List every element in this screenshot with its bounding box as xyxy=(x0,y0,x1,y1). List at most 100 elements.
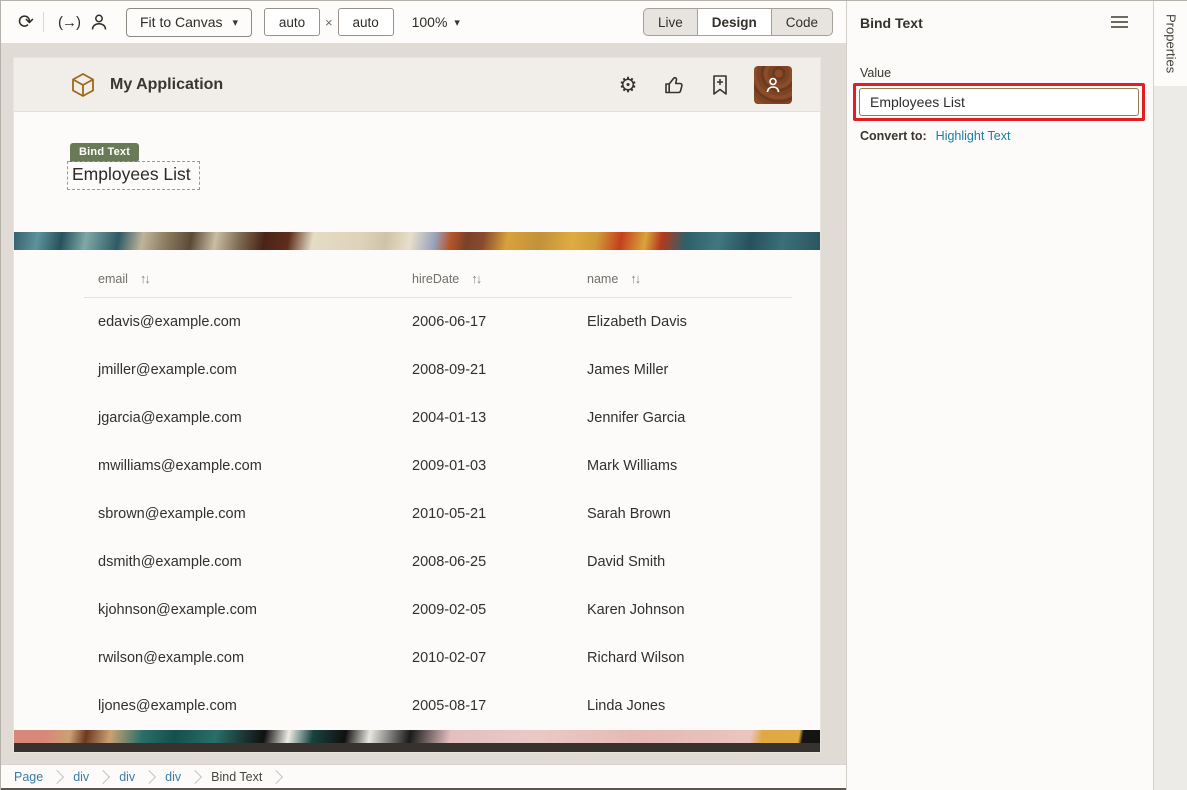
table-cell: 2010-02-07 xyxy=(412,650,587,666)
table-cell: 2010-05-21 xyxy=(412,506,587,522)
table-cell: rwilson@example.com xyxy=(98,650,412,666)
table-cell: 2008-06-25 xyxy=(412,554,587,570)
app-header-actions: ⚙ xyxy=(616,58,792,112)
table-cell: 2008-09-21 xyxy=(412,362,587,378)
design-canvas-area: My Application ⚙ xyxy=(1,43,846,764)
app-cube-icon xyxy=(70,72,96,98)
column-label: name xyxy=(587,272,618,286)
table-cell: ljones@example.com xyxy=(98,698,412,714)
sort-icon[interactable]: ↑↓ xyxy=(471,271,480,286)
breadcrumb-chevron-icon xyxy=(50,769,64,783)
mode-switcher: LiveDesignCode xyxy=(643,8,833,36)
breadcrumb-chevron-icon xyxy=(96,769,110,783)
table-cell: Richard Wilson xyxy=(587,650,792,666)
breadcrumb-chevron-icon xyxy=(188,769,202,783)
convert-to-label: Convert to: xyxy=(860,129,927,143)
gear-icon[interactable]: ⚙ xyxy=(616,73,640,97)
breadcrumb-item-div[interactable]: div xyxy=(165,770,181,784)
value-input[interactable] xyxy=(859,88,1139,116)
column-header-name[interactable]: name ↑↓ xyxy=(587,271,792,286)
breadcrumb-item-page[interactable]: Page xyxy=(14,770,43,784)
thumbs-up-icon[interactable] xyxy=(662,73,686,97)
column-header-hireDate[interactable]: hireDate ↑↓ xyxy=(412,271,587,286)
table-cell: Mark Williams xyxy=(587,458,792,474)
fit-to-canvas-dropdown[interactable]: Fit to Canvas ▾ xyxy=(126,8,252,37)
table-cell: 2009-02-05 xyxy=(412,602,587,618)
page-heading: Employees List xyxy=(72,164,191,184)
tab-properties[interactable]: Properties xyxy=(1154,1,1187,86)
breadcrumb-item-div[interactable]: div xyxy=(73,770,89,784)
user-preview-icon[interactable] xyxy=(86,9,112,35)
chevron-down-icon: ▾ xyxy=(232,16,238,29)
table-body: edavis@example.com2006-06-17Elizabeth Da… xyxy=(84,298,792,730)
table-row[interactable]: dsmith@example.com2008-06-25David Smith xyxy=(84,538,792,586)
table-cell: Linda Jones xyxy=(587,698,792,714)
canvas-height-input[interactable] xyxy=(338,8,394,36)
table-row[interactable]: edavis@example.com2006-06-17Elizabeth Da… xyxy=(84,298,792,346)
breadcrumb: Page div div div Bind Text xyxy=(1,764,846,790)
page-preview-frame: My Application ⚙ xyxy=(13,57,821,753)
mode-button-code[interactable]: Code xyxy=(772,8,833,36)
table-cell: dsmith@example.com xyxy=(98,554,412,570)
table-cell: mwilliams@example.com xyxy=(98,458,412,474)
refresh-icon[interactable]: ⟳ xyxy=(13,9,39,35)
table-cell: James Miller xyxy=(587,362,792,378)
table-cell: kjohnson@example.com xyxy=(98,602,412,618)
mode-button-live[interactable]: Live xyxy=(643,8,698,36)
breadcrumb-chevron-icon xyxy=(142,769,156,783)
convert-highlight-text-link[interactable]: Highlight Text xyxy=(936,129,1011,143)
sort-icon[interactable]: ↑↓ xyxy=(630,271,639,286)
app-title: My Application xyxy=(110,76,223,94)
table-row[interactable]: rwilson@example.com2010-02-07Richard Wil… xyxy=(84,634,792,682)
breadcrumb-chevron-icon xyxy=(269,769,283,783)
table-cell: sbrown@example.com xyxy=(98,506,412,522)
table-cell: 2006-06-17 xyxy=(412,314,587,330)
table-cell: 2009-01-03 xyxy=(412,458,587,474)
fit-to-canvas-label: Fit to Canvas xyxy=(140,14,222,30)
table-cell: Elizabeth Davis xyxy=(587,314,792,330)
mode-button-design[interactable]: Design xyxy=(698,8,772,36)
table-row[interactable]: ljones@example.com2005-08-17Linda Jones xyxy=(84,682,792,730)
column-label: email xyxy=(98,272,128,286)
properties-panel-title: Bind Text xyxy=(860,15,923,31)
table-row[interactable]: mwilliams@example.com2009-01-03Mark Will… xyxy=(84,442,792,490)
table-header-row: email ↑↓ hireDate ↑↓ name ↑↓ xyxy=(84,260,792,298)
properties-panel: Bind Text Value Convert to: Highlight Te… xyxy=(846,1,1153,790)
table-cell: Karen Johnson xyxy=(587,602,792,618)
breadcrumb-item-div[interactable]: div xyxy=(119,770,135,784)
visual-builder-window: ⟳ (→) Fit to Canvas ▾ × 100% ▾ LiveDesig… xyxy=(0,0,1187,790)
table-cell: David Smith xyxy=(587,554,792,570)
employees-table: email ↑↓ hireDate ↑↓ name ↑↓ edavis@example.c… xyxy=(84,260,792,730)
table-row[interactable]: jmiller@example.com2008-09-21James Mille… xyxy=(84,346,792,394)
panel-menu-icon[interactable] xyxy=(1111,16,1128,31)
table-row[interactable]: sbrown@example.com2010-05-21Sarah Brown xyxy=(84,490,792,538)
table-cell: Jennifer Garcia xyxy=(587,410,792,426)
footer-dark-bar xyxy=(14,743,821,753)
decorative-banner-image xyxy=(14,232,821,250)
breadcrumb-item-bind-text[interactable]: Bind Text xyxy=(211,770,262,784)
table-row[interactable]: jgarcia@example.com2004-01-13Jennifer Ga… xyxy=(84,394,792,442)
avatar[interactable] xyxy=(754,66,792,104)
chevron-down-icon: ▾ xyxy=(454,16,460,29)
table-cell: edavis@example.com xyxy=(98,314,412,330)
dimension-times-separator: × xyxy=(325,15,333,30)
sort-icon[interactable]: ↑↓ xyxy=(140,271,149,286)
audit-code-icon[interactable]: (→) xyxy=(52,14,86,31)
selected-bind-text-component[interactable]: Employees List xyxy=(67,161,200,190)
table-cell: 2005-08-17 xyxy=(412,698,587,714)
convert-to-row: Convert to: Highlight Text xyxy=(860,129,1010,143)
zoom-level-dropdown[interactable]: 100% ▾ xyxy=(412,14,460,30)
canvas-width-input[interactable] xyxy=(264,8,320,36)
zoom-level-value: 100% xyxy=(412,14,448,30)
decorative-footer-image xyxy=(14,730,821,743)
properties-tab-label: Properties xyxy=(1164,14,1179,86)
value-field-label: Value xyxy=(860,66,891,80)
table-row[interactable]: kjohnson@example.com2009-02-05Karen John… xyxy=(84,586,792,634)
column-header-email[interactable]: email ↑↓ xyxy=(98,271,412,286)
column-label: hireDate xyxy=(412,272,459,286)
bookmark-add-icon[interactable] xyxy=(708,73,732,97)
table-cell: jgarcia@example.com xyxy=(98,410,412,426)
toolbar-divider xyxy=(43,12,44,32)
app-header: My Application ⚙ xyxy=(14,58,820,112)
table-cell: 2004-01-13 xyxy=(412,410,587,426)
